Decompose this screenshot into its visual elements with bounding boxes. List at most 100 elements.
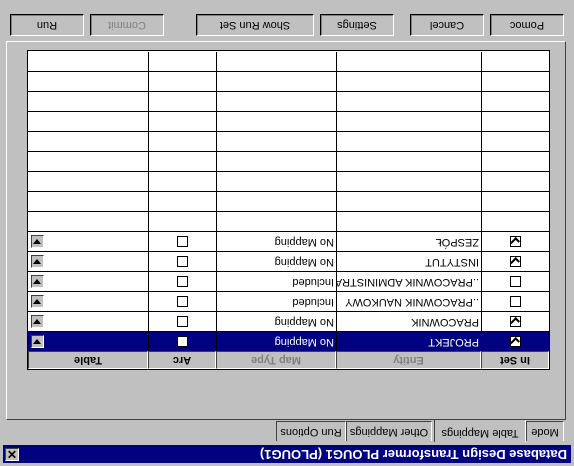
empty-row: [28, 151, 549, 171]
table-mappings-grid: In Set Entity Map Type Arc Table PROJEKT…: [27, 50, 550, 370]
empty-cell: [148, 112, 216, 131]
empty-cell: [336, 52, 481, 71]
empty-cell: [481, 92, 549, 111]
empty-row: [28, 211, 549, 231]
empty-cell: [481, 192, 549, 211]
empty-cell: [148, 72, 216, 91]
empty-cell: [336, 92, 481, 111]
table-row[interactable]: PRACOWNIK No Mapping: [28, 311, 549, 331]
in-set-checkbox[interactable]: [510, 296, 521, 307]
in-set-cell[interactable]: [481, 252, 549, 271]
dialog-window: Database Design Transformer PLOUG1 (PLOU…: [0, 0, 574, 466]
table-cell[interactable]: [28, 252, 148, 271]
table-cell[interactable]: [28, 272, 148, 291]
in-set-cell[interactable]: [481, 272, 549, 291]
arc-checkbox[interactable]: [177, 336, 188, 347]
header-entity[interactable]: Entity: [336, 351, 481, 369]
empty-cell: [336, 132, 481, 151]
rotated-screen: Database Design Transformer PLOUG1 (PLOU…: [0, 0, 574, 466]
table-row[interactable]: ..PRACOWNIK NAUKOWY Included: [28, 291, 549, 311]
empty-cell: [481, 212, 549, 231]
empty-row: [28, 51, 549, 71]
in-set-checkbox[interactable]: [510, 316, 521, 327]
entity-cell: ..PRACOWNIK ADMINISTRA: [336, 272, 481, 291]
table-cell[interactable]: [28, 292, 148, 311]
table-row[interactable]: PROJEKT No Mapping: [28, 331, 549, 351]
map-type-cell[interactable]: Included: [216, 292, 336, 311]
table-row[interactable]: ..PRACOWNIK ADMINISTRA Included: [28, 271, 549, 291]
in-set-checkbox[interactable]: [510, 256, 521, 267]
empty-row: [28, 71, 549, 91]
arc-cell[interactable]: [148, 252, 216, 271]
arc-cell[interactable]: [148, 312, 216, 331]
empty-row: [28, 91, 549, 111]
chevron-down-icon[interactable]: [31, 315, 44, 328]
empty-cell: [216, 52, 336, 71]
map-type-cell[interactable]: No Mapping: [216, 332, 336, 351]
header-map-type[interactable]: Map Type: [216, 351, 336, 369]
empty-cell: [148, 52, 216, 71]
entity-cell: ZESPÓŁ: [336, 232, 481, 251]
tab-other-mappings[interactable]: Other Mappings: [346, 421, 432, 441]
close-button[interactable]: ✕: [5, 447, 19, 461]
arc-checkbox[interactable]: [177, 316, 188, 327]
empty-cell: [148, 212, 216, 231]
run-button[interactable]: Run: [10, 14, 84, 36]
help-button[interactable]: Pomoc: [490, 14, 564, 36]
entity-cell: PRACOWNIK: [336, 312, 481, 331]
cancel-button[interactable]: Cancel: [410, 14, 484, 36]
empty-cell: [336, 112, 481, 131]
empty-cell: [148, 92, 216, 111]
table-row[interactable]: ZESPÓŁ No Mapping: [28, 231, 549, 251]
empty-cell: [216, 192, 336, 211]
empty-cell: [216, 172, 336, 191]
in-set-checkbox[interactable]: [510, 336, 521, 347]
arc-checkbox[interactable]: [177, 276, 188, 287]
tab-table-mappings[interactable]: Table Mappings: [434, 419, 526, 442]
table-row[interactable]: INSTYTUT No Mapping: [28, 251, 549, 271]
arc-cell[interactable]: [148, 292, 216, 311]
chevron-down-icon[interactable]: [31, 295, 44, 308]
in-set-cell[interactable]: [481, 292, 549, 311]
empty-cell: [481, 112, 549, 131]
chevron-down-icon[interactable]: [31, 335, 44, 348]
empty-cell: [216, 92, 336, 111]
arc-checkbox[interactable]: [177, 256, 188, 267]
in-set-cell[interactable]: [481, 312, 549, 331]
entity-cell: PROJEKT: [336, 332, 481, 351]
table-cell[interactable]: [28, 312, 148, 331]
empty-row: [28, 111, 549, 131]
chevron-down-icon[interactable]: [31, 275, 44, 288]
chevron-down-icon[interactable]: [31, 255, 44, 268]
header-arc[interactable]: Arc: [148, 351, 216, 369]
window-title: Database Design Transformer PLOUG1 (PLOU…: [259, 447, 567, 462]
map-type-cell[interactable]: No Mapping: [216, 312, 336, 331]
arc-cell[interactable]: [148, 232, 216, 251]
empty-cell: [336, 72, 481, 91]
in-set-checkbox[interactable]: [510, 276, 521, 287]
header-table[interactable]: Table: [28, 351, 148, 369]
arc-cell[interactable]: [148, 272, 216, 291]
table-cell[interactable]: [28, 332, 148, 351]
map-type-cell[interactable]: No Mapping: [216, 232, 336, 251]
empty-row: [28, 191, 549, 211]
settings-button[interactable]: Settings: [320, 14, 394, 36]
arc-cell[interactable]: [148, 332, 216, 351]
empty-cell: [481, 152, 549, 171]
header-in-set[interactable]: In Set: [481, 351, 549, 369]
show-run-set-button[interactable]: Show Run Set: [196, 14, 314, 36]
arc-checkbox[interactable]: [177, 236, 188, 247]
empty-row: [28, 131, 549, 151]
tab-mode[interactable]: Mode: [526, 421, 564, 441]
empty-cell: [481, 132, 549, 151]
tab-run-options[interactable]: Run Options: [276, 421, 346, 441]
table-cell[interactable]: [28, 232, 148, 251]
in-set-cell[interactable]: [481, 232, 549, 251]
map-type-cell[interactable]: No Mapping: [216, 252, 336, 271]
commit-button[interactable]: Commit: [90, 14, 164, 36]
map-type-cell[interactable]: Included: [216, 272, 336, 291]
arc-checkbox[interactable]: [177, 296, 188, 307]
chevron-down-icon[interactable]: [31, 235, 44, 248]
in-set-checkbox[interactable]: [510, 236, 521, 247]
in-set-cell[interactable]: [481, 332, 549, 351]
